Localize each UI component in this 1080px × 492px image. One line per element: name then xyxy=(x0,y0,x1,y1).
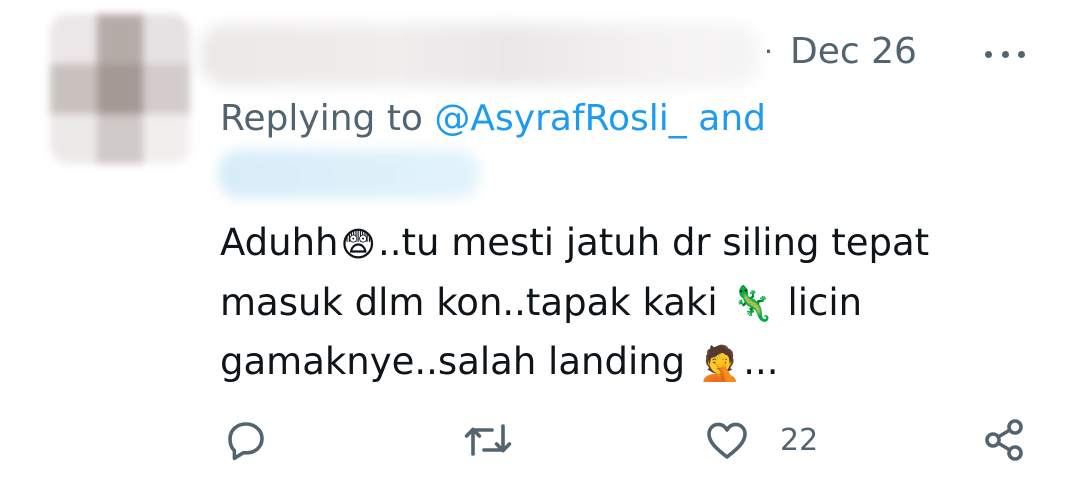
tweet-text: Aduhh😨..tu mesti jatuh dr siling tepat m… xyxy=(220,214,929,393)
tweet-text-line: masuk dlm kon..tapak kaki 🦎 licin xyxy=(220,274,929,334)
facepalm-emoji: 🤦 xyxy=(698,343,742,384)
avatar[interactable] xyxy=(50,14,190,164)
retweet-button[interactable] xyxy=(462,410,514,470)
heart-icon xyxy=(707,422,747,459)
replying-mention-link[interactable]: @AsyrafRosli_ xyxy=(434,98,686,139)
tweet-text-line: gamaknye..salah landing 🤦... xyxy=(220,333,929,393)
tweet-date[interactable]: Dec 26 xyxy=(790,30,917,74)
replying-handle-redacted[interactable] xyxy=(218,150,480,198)
like-count: 22 xyxy=(780,422,819,458)
lizard-emoji: 🦎 xyxy=(731,284,774,324)
author-name-redacted[interactable] xyxy=(200,24,760,86)
like-button[interactable]: 22 xyxy=(702,410,818,470)
reply-icon xyxy=(228,422,264,461)
share-button[interactable] xyxy=(980,410,1028,470)
tweet-text-line: Aduhh😨..tu mesti jatuh dr siling tepat xyxy=(220,214,929,274)
reply-button[interactable] xyxy=(222,410,270,470)
anxious-face-emoji: 😨 xyxy=(340,224,376,265)
replying-to-label: Replying to xyxy=(220,98,435,139)
more-options-icon[interactable] xyxy=(985,42,1025,66)
tweet-actions-bar: 22 xyxy=(0,410,1080,470)
replying-to-line: Replying to @AsyrafRosli_ and xyxy=(220,96,766,142)
retweet-icon xyxy=(464,424,512,456)
date-separator: · xyxy=(764,35,773,68)
replying-others-link[interactable]: and xyxy=(687,98,766,139)
share-icon xyxy=(985,419,1023,461)
